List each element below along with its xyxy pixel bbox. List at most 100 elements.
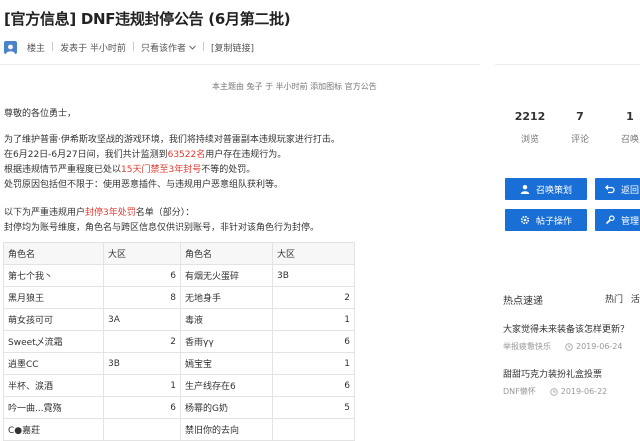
server-cell: 8 <box>103 286 181 309</box>
role-name-cell: 有烟无火蛋碎 <box>180 264 273 287</box>
server-cell: 3A <box>103 308 181 331</box>
server-cell: 3B <box>103 352 181 375</box>
hot-news-item[interactable]: 甜甜巧克力装扮礼盒投票 DNF懒怀 2019-06-22 <box>503 367 640 397</box>
column-header: 大区 <box>272 242 355 265</box>
views-label: 浏览 <box>520 135 539 145</box>
manage-button[interactable]: 管理 <box>595 209 640 231</box>
post-operations-label: 帖子操作 <box>535 216 572 227</box>
user-icon <box>6 44 15 54</box>
server-cell: 6 <box>272 330 355 353</box>
paragraph: 处罚原因包括但不限于：使用恶意插件、与违规用户恶意组队获利等。 <box>4 180 284 190</box>
post-operations-button[interactable]: 帖子操作 <box>505 209 587 231</box>
post-meta: 楼主 | 发表于 半小时前 | 只看该作者 | [复制链接] <box>4 40 254 54</box>
role-name-cell: 香雨γγ <box>180 330 273 353</box>
back-button[interactable]: 返回 <box>595 178 640 200</box>
column-header: 角色名 <box>180 242 273 265</box>
avatar[interactable] <box>4 40 17 54</box>
hot-news-item-title[interactable]: 大家觉得未来装备该怎样更新？ <box>503 322 640 335</box>
comments-count: 7 <box>576 110 584 123</box>
table-row: C●嘉莊 禁旧你的去向 <box>3 418 355 441</box>
comments-label: 评论 <box>570 135 589 145</box>
server-cell: 5 <box>272 396 355 419</box>
post-body: 尊敬的各位勇士， 为了维护普雷·伊希斯攻坚战的游戏环境，我们将持续对普雷副本违规… <box>4 107 384 236</box>
chevron-down-icon <box>189 44 196 50</box>
table-header-row: 角色名 大区 角色名 大区 <box>3 242 355 265</box>
hot-news-item[interactable]: 大家觉得未来装备该怎样更新？ 举报疲惫快乐 2019-06-24 <box>503 322 640 352</box>
author-label: 楼主 <box>27 43 46 54</box>
post-time: 发表于 半小时前 <box>60 43 126 54</box>
table-row: 黑月狼王 8 无地身手 2 <box>3 286 355 309</box>
role-name-cell: 第七个我丶 <box>3 264 104 287</box>
role-name-cell: 嫣宝宝 <box>180 352 273 375</box>
server-cell: 6 <box>272 374 355 397</box>
role-name-cell: 逍墨CC <box>3 352 104 375</box>
highlight-count: 63522名 <box>167 150 206 160</box>
role-name-cell: 杨幂的G奶 <box>180 396 273 419</box>
paragraph: 以下为严重违规用户封停3年处罚名单（部分）： <box>4 208 195 218</box>
role-name-cell: 无地身手 <box>180 286 273 309</box>
banned-roles-table: 角色名 大区 角色名 大区 第七个我丶 6 有烟无火蛋碎 3B 黑月狼王 8 无… <box>3 242 355 441</box>
hot-news-item-date: 2019-06-22 <box>560 387 608 396</box>
clock-icon <box>550 387 558 396</box>
table-row: 萌女孩可可 3A 毒液 1 <box>3 308 355 331</box>
paragraph: 根据违规情节严重程度已处以15天门禁至3年封号不等的处罚。 <box>4 165 256 175</box>
comments-stat: 7 评论 <box>555 109 605 145</box>
hot-news-item-source: DNF懒怀 <box>503 387 536 396</box>
role-name-cell: C●嘉莊 <box>3 418 104 441</box>
hot-news-title: 热点速递 <box>503 296 543 307</box>
server-cell: 3B <box>272 264 355 287</box>
summons-label: 召唤 <box>620 135 639 145</box>
role-name-cell: 禁旧你的去向 <box>180 418 273 441</box>
gear-icon <box>520 215 530 225</box>
role-name-cell: 吟一曲...霓殇 <box>3 396 104 419</box>
server-cell: 1 <box>103 374 181 397</box>
summon-planner-button[interactable]: 召唤策划 <box>505 178 587 200</box>
manage-label: 管理 <box>621 216 640 227</box>
back-label: 返回 <box>621 185 640 196</box>
role-name-cell: 萌女孩可可 <box>3 308 104 331</box>
copy-link-button[interactable]: [复制链接] <box>211 41 254 54</box>
meta-divider: | <box>202 42 206 52</box>
view-author-only-link[interactable]: 只看该作者 <box>141 41 186 54</box>
highlight-penalty: 15天门禁至3年封号 <box>121 165 202 175</box>
paragraph: 封停均为账号维度，角色名与跨区信息仅供识别账号，非针对该角色行为封停。 <box>4 223 320 233</box>
tab-activity[interactable]: 活 <box>631 295 640 305</box>
role-name-cell: 生产线存在6 <box>180 374 273 397</box>
server-cell <box>103 418 181 441</box>
column-header: 大区 <box>103 242 181 265</box>
divider <box>495 64 640 65</box>
role-name-cell: 黑月狼王 <box>3 286 104 309</box>
summons-stat: 1 召唤 <box>605 109 640 145</box>
user-icon <box>520 184 530 194</box>
paragraph: 为了维护普雷·伊希斯攻坚战的游戏环境，我们将持续对普雷副本违规玩家进行打击。 <box>4 135 340 145</box>
divider <box>0 64 480 65</box>
greeting: 尊敬的各位勇士， <box>4 109 77 119</box>
views-stat: 2212 浏览 <box>505 109 555 145</box>
server-cell: 1 <box>272 352 355 375</box>
role-name-cell: 毒液 <box>180 308 273 331</box>
highlight-ban: 封停3年处罚 <box>85 208 136 218</box>
server-cell: 2 <box>272 286 355 309</box>
server-cell: 1 <box>272 308 355 331</box>
table-row: 逍墨CC 3B 嫣宝宝 1 <box>3 352 355 375</box>
table-row: 第七个我丶 6 有烟无火蛋碎 3B <box>3 264 355 287</box>
server-cell <box>272 418 355 441</box>
server-cell: 6 <box>103 396 181 419</box>
clock-icon <box>565 342 573 351</box>
views-count: 2212 <box>514 110 546 123</box>
post-title: [官方信息] DNF违规封停公告 (6月第二批) <box>4 10 291 28</box>
summons-count: 1 <box>626 110 634 123</box>
table-row: 半杯、涙酒 1 生产线存在6 6 <box>3 374 355 397</box>
role-name-cell: 半杯、涙酒 <box>3 374 104 397</box>
summon-planner-label: 召唤策划 <box>535 185 572 196</box>
tab-hot[interactable]: 热门 <box>605 295 623 305</box>
moderation-note: 本主题由 兔子 于 半小时前 添加图标 官方公告 <box>212 82 377 91</box>
server-cell: 6 <box>103 264 181 287</box>
return-icon <box>605 184 615 194</box>
hot-news-item-source: 举报疲惫快乐 <box>503 342 551 351</box>
column-header: 角色名 <box>3 242 104 265</box>
hot-news-item-title[interactable]: 甜甜巧克力装扮礼盒投票 <box>503 367 640 380</box>
hot-tabs: 热门 活 <box>605 292 640 305</box>
hot-news-item-date: 2019-06-24 <box>576 342 623 351</box>
post-stats: 2212 浏览 7 评论 1 召唤 <box>505 109 640 145</box>
